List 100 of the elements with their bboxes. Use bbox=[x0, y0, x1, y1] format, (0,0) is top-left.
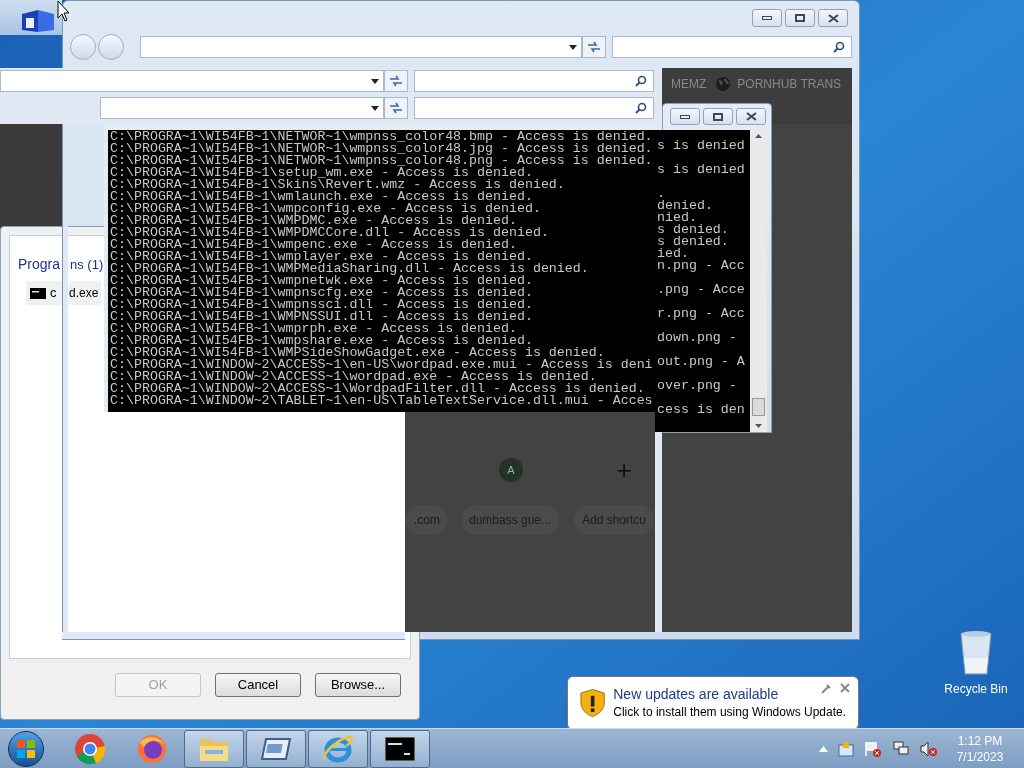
console-line: C:\PROGRA~1\WI54FB~1\WMPMediaSharing.dll - Access is denied. bbox=[110, 263, 590, 275]
console-line: C:\PROGRA~1\WI54FB~1\WMPNSSUI.dll - Access is denied. bbox=[110, 311, 534, 323]
recycle-bin-icon bbox=[958, 630, 994, 676]
console-line: denied. bbox=[657, 198, 713, 213]
console-line: s denied. bbox=[657, 234, 729, 249]
console-line: .png - Acce bbox=[657, 282, 745, 297]
console-line: C:\PROGRA~1\WINDOW~2\TABLET~1\en-US\TableTextService.dll.mui - Acces bbox=[110, 395, 654, 407]
dialog-button[interactable]: Cancel bbox=[215, 673, 301, 697]
console-line: C:\PROGRA~1\WI54FB~1\WMPDMCCore.dll - Access is denied. bbox=[110, 227, 550, 239]
wrench-icon[interactable] bbox=[821, 683, 832, 694]
console-line: C:\PROGRA~1\WINDOW~2\ACCESS~1\wordpad.exe - Access is denied. bbox=[110, 371, 597, 383]
console-icon bbox=[30, 287, 46, 299]
search-field[interactable] bbox=[612, 36, 852, 58]
search-field[interactable] bbox=[414, 70, 654, 92]
flag-error-icon[interactable] bbox=[864, 740, 882, 757]
refresh-icon bbox=[587, 41, 601, 53]
close-button[interactable] bbox=[818, 9, 848, 27]
console-line: down.png - bbox=[657, 330, 737, 345]
console-line: s is denied bbox=[657, 138, 745, 153]
show-hidden-icon[interactable] bbox=[819, 745, 828, 752]
notification-title: New updates are available bbox=[613, 685, 779, 703]
search-icon bbox=[635, 75, 647, 87]
scroll-up-icon[interactable] bbox=[755, 134, 762, 138]
console-line: C:\PROGRA~1\WI54FB~1\wmpnetwk.exe - Access is denied. bbox=[110, 275, 534, 287]
minimize-button[interactable] bbox=[752, 9, 782, 27]
refresh-icon bbox=[389, 102, 403, 114]
bookmark-link[interactable]: MEMZ bbox=[671, 75, 707, 93]
close-icon[interactable] bbox=[840, 683, 850, 693]
refresh-button[interactable] bbox=[384, 70, 408, 92]
refresh-icon bbox=[389, 75, 403, 87]
console-line: C:\PROGRA~1\WI54FB~1\setup_wm.exe - Access is denied. bbox=[110, 167, 533, 179]
scroll-thumb[interactable] bbox=[752, 398, 765, 416]
section-heading: ns (1) bbox=[70, 256, 104, 274]
search-icon bbox=[833, 41, 845, 53]
close-icon bbox=[745, 112, 757, 121]
refresh-button[interactable] bbox=[384, 97, 408, 119]
mouse-cursor bbox=[57, 0, 70, 22]
console-line: s denied. bbox=[657, 222, 729, 237]
dropdown-arrow-icon[interactable] bbox=[371, 78, 379, 84]
windows-logo-icon bbox=[17, 739, 35, 758]
console-line: r.png - Acc bbox=[657, 306, 745, 321]
address-field[interactable] bbox=[100, 97, 384, 119]
dialog-button[interactable]: Browse... bbox=[315, 673, 401, 697]
console-line: cess is den bbox=[657, 402, 745, 417]
desktop-icon[interactable]: Recycle Bin bbox=[934, 630, 1018, 698]
dropdown-arrow-icon[interactable] bbox=[569, 44, 577, 50]
minimize-button[interactable] bbox=[670, 108, 700, 125]
close-icon bbox=[827, 13, 839, 23]
maximize-icon bbox=[795, 14, 805, 22]
close-button[interactable] bbox=[736, 108, 766, 125]
notification-body: Click to install them using Windows Update. bbox=[613, 704, 846, 721]
add-icon: + bbox=[616, 457, 632, 483]
bookmark-link[interactable]: PORNHUB TRANS bbox=[716, 75, 842, 93]
search-field[interactable] bbox=[414, 97, 654, 119]
maximize-button[interactable] bbox=[785, 9, 815, 27]
search-icon bbox=[635, 102, 647, 114]
console-line: C:\PROGRA~1\WI54FB~1\WMPSideShowGadget.exe - Access is denied. bbox=[110, 347, 605, 359]
minimize-icon bbox=[680, 114, 690, 119]
console-line: s is denied bbox=[657, 162, 745, 177]
console-line: C:\PROGRA~1\WI54FB~1\wmpconfig.exe - Access is denied. bbox=[110, 203, 542, 215]
console-line: C:\PROGRA~1\WI54FB~1\NETWOR~1\wmpnss_color48.jpg - Access is denied. bbox=[110, 143, 654, 155]
section-heading: Progra bbox=[18, 255, 61, 274]
result-item[interactable]: c bbox=[26, 281, 62, 305]
console-line: C:\PROGRA~1\WINDOW~2\ACCESS~1\WordpadFilter.dll - Access is denied. bbox=[110, 383, 645, 395]
firefox-icon bbox=[136, 732, 168, 765]
chrome-icon bbox=[74, 732, 106, 765]
console-line: n.png - Acc bbox=[657, 258, 745, 273]
refresh-button[interactable] bbox=[582, 36, 606, 58]
address-field[interactable] bbox=[140, 36, 582, 58]
network-icon[interactable] bbox=[892, 740, 910, 757]
dropdown-arrow-icon[interactable] bbox=[371, 105, 379, 111]
console-line: ied. bbox=[657, 246, 689, 261]
result-item[interactable]: d.exe bbox=[69, 281, 101, 305]
console-line: C:\PROGRA~1\WI54FB~1\NETWOR~1\wmpnss_color48.bmp - Access is denied. bbox=[110, 131, 654, 143]
clock[interactable]: 1:12 PM 7/1/2023 bbox=[948, 732, 1012, 765]
console-icon bbox=[385, 736, 415, 761]
maximize-icon bbox=[713, 112, 723, 121]
console-line: C:\PROGRA~1\WI54FB~1\NETWOR~1\wmpnss_color48.png - Access is denied. bbox=[110, 155, 654, 167]
console-line: C:\PROGRA~1\WI54FB~1\wmpnscfg.exe - Access is denied. bbox=[110, 287, 534, 299]
update-icon[interactable] bbox=[838, 740, 854, 757]
console-line: . bbox=[657, 186, 665, 201]
icon-label: Recycle Bin bbox=[944, 681, 1008, 698]
window-icon bbox=[260, 735, 292, 762]
taskbar-app[interactable] bbox=[370, 729, 430, 768]
globe-icon bbox=[716, 77, 731, 91]
scroll-down-icon[interactable] bbox=[755, 424, 762, 428]
console-line: out.png - A bbox=[657, 354, 745, 369]
console-line: C:\PROGRA~1\WINDOW~2\ACCESS~1\en-US\wordpad.exe.mui - Access is deni bbox=[110, 359, 654, 371]
console-line: nied. bbox=[657, 210, 697, 225]
start-button[interactable] bbox=[8, 730, 44, 767]
console-line: C:\PROGRA~1\WI54FB~1\wmpenc.exe - Access is denied. bbox=[110, 239, 517, 251]
maximize-button[interactable] bbox=[703, 108, 733, 125]
console-line: C:\PROGRA~1\WI54FB~1\wmlaunch.exe - Access is denied. bbox=[110, 191, 533, 203]
notification-balloon[interactable]: New updates are available Click to install them using Windows Update. bbox=[567, 676, 859, 730]
console-line: C:\PROGRA~1\WI54FB~1\wmpnssci.dll - Access is denied. bbox=[110, 299, 534, 311]
address-field[interactable] bbox=[0, 70, 384, 92]
console-line: C:\PROGRA~1\WI54FB~1\Skins\Revert.wmz - Access is denied. bbox=[110, 179, 566, 191]
volume-muted-icon[interactable] bbox=[920, 740, 938, 757]
scrollbar[interactable] bbox=[750, 130, 767, 432]
console-line: over.png - bbox=[657, 378, 737, 393]
